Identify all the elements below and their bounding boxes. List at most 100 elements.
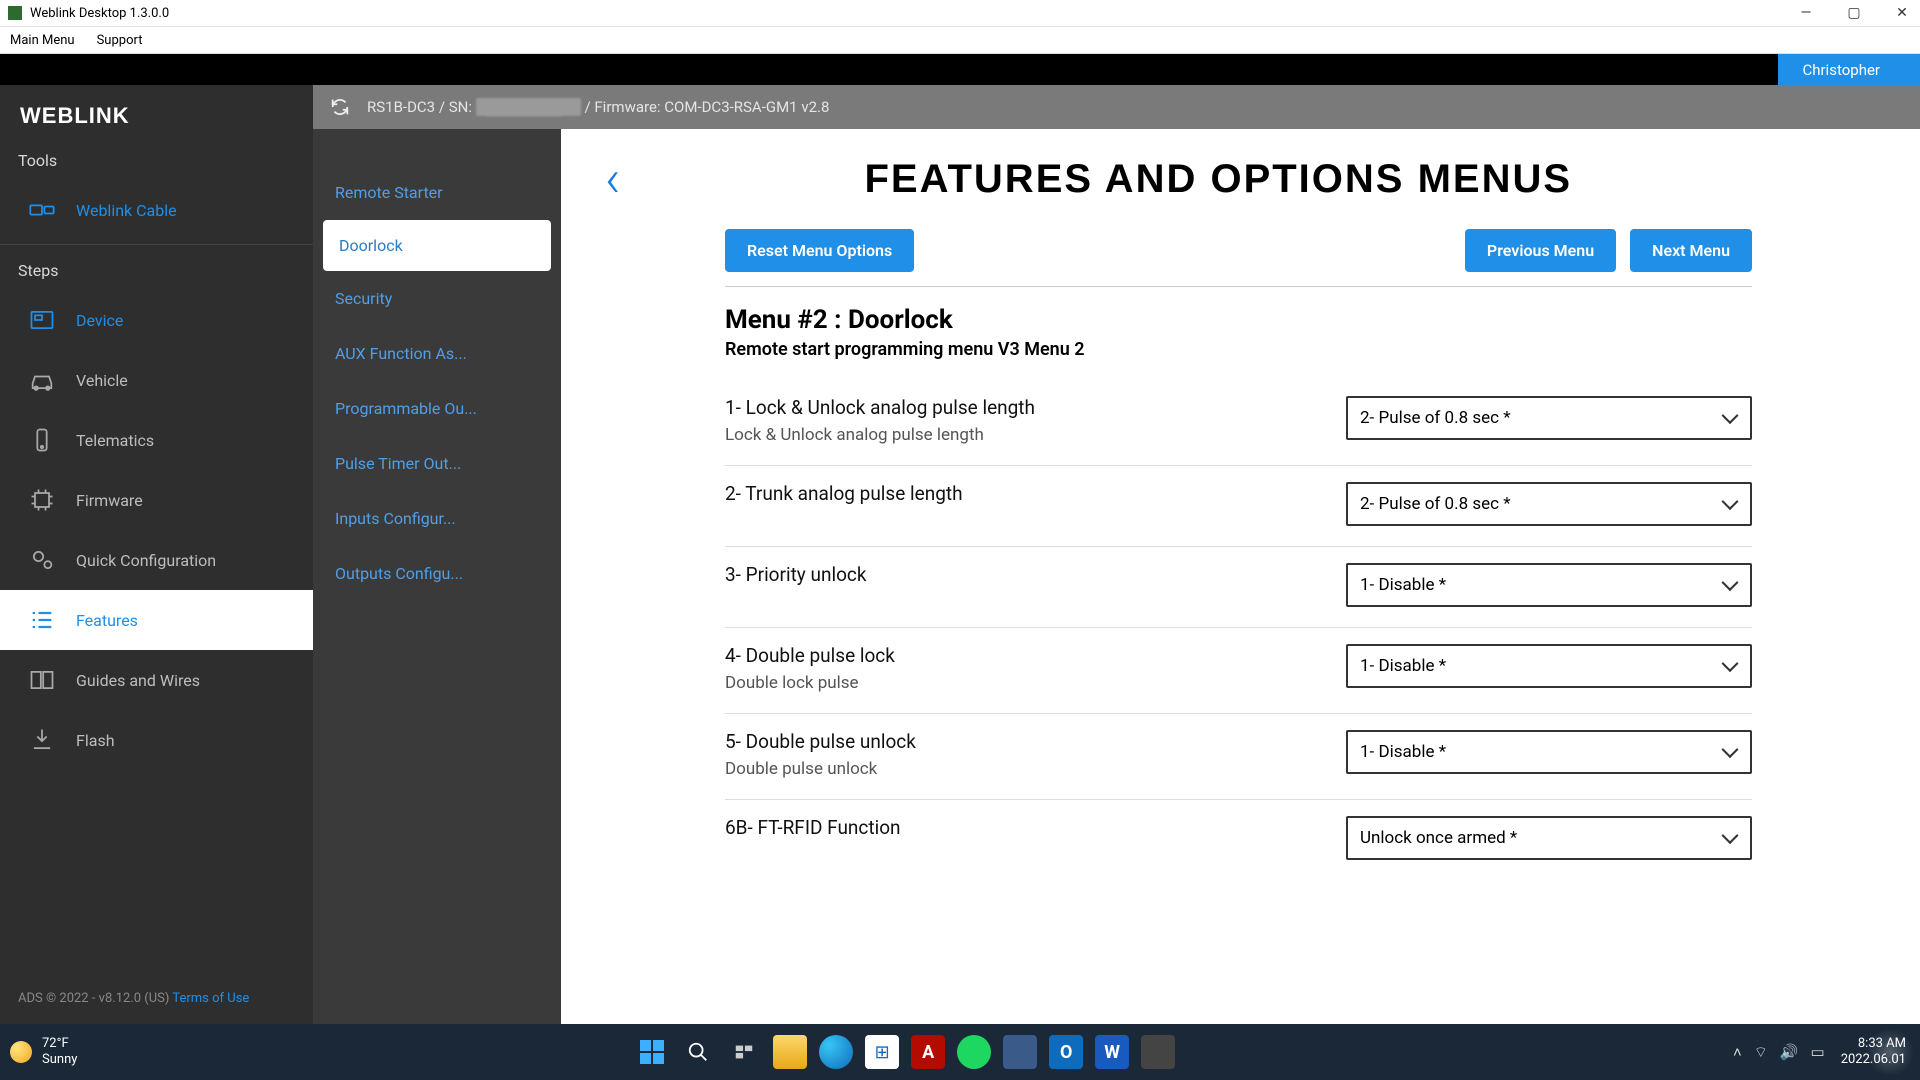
sn-value: 6███████C7 xyxy=(561,98,581,116)
setting-row: 4- Double pulse lock Double lock pulse 1… xyxy=(725,628,1752,714)
sidebar-item-firmware[interactable]: Firmware xyxy=(0,470,313,530)
taskbar-clock[interactable]: 8:33 AM 2022.06.01 xyxy=(1841,1036,1906,1067)
setting-row: 6B- FT-RFID Function Unlock once armed * xyxy=(725,800,1752,880)
sidebar-item-label: Device xyxy=(76,311,123,330)
vehicle-icon xyxy=(28,366,56,394)
sidebar-item-flash[interactable]: Flash xyxy=(0,710,313,770)
setting-desc: Double pulse unlock xyxy=(725,759,916,779)
maximize-button[interactable]: ▢ xyxy=(1844,5,1864,21)
left-sidebar: WEBLINK Tools Weblink Cable Steps Device… xyxy=(0,85,313,1024)
sidebar-item-device[interactable]: Device xyxy=(0,290,313,350)
settings-list: 1- Lock & Unlock analog pulse length Loc… xyxy=(725,396,1752,880)
list-icon xyxy=(28,606,56,634)
acrobat-icon[interactable]: A xyxy=(911,1035,945,1069)
setting-row: 5- Double pulse unlock Double pulse unlo… xyxy=(725,714,1752,800)
subnav-inputs-config[interactable]: Inputs Configur... xyxy=(313,491,561,546)
user-strip: Christopher xyxy=(0,54,1920,85)
section-tools-header: Tools xyxy=(0,139,313,180)
sidebar-item-telematics[interactable]: Telematics xyxy=(0,410,313,470)
app-icon-1[interactable] xyxy=(1003,1035,1037,1069)
sidebar-footer: ADS © 2022 - v8.12.0 (US) Terms of Use xyxy=(0,979,313,1024)
spotify-icon[interactable] xyxy=(957,1035,991,1069)
page-title: FEATURES AND OPTIONS MENUS xyxy=(621,157,1817,202)
main-content: RS1B-DC3 / SN: 6███████C7 / Firmware: CO… xyxy=(561,85,1920,1024)
sidebar-item-label: Firmware xyxy=(76,491,143,510)
setting-row: 1- Lock & Unlock analog pulse length Loc… xyxy=(725,396,1752,466)
setting-desc: Lock & Unlock analog pulse length xyxy=(725,425,1035,445)
menu-heading: Menu #2 : Doorlock xyxy=(725,305,1752,335)
firmware-label: Firmware: xyxy=(594,98,660,116)
book-icon xyxy=(28,666,56,694)
back-button[interactable]: ‹ xyxy=(605,153,621,205)
menu-bar: Main Menu Support xyxy=(0,27,1920,54)
subnav-outputs-config[interactable]: Outputs Configu... xyxy=(313,546,561,601)
terms-link[interactable]: Terms of Use xyxy=(172,991,249,1006)
setting-select-3[interactable]: 1- Disable * xyxy=(1346,563,1752,607)
setting-title: 2- Trunk analog pulse length xyxy=(725,482,963,505)
section-steps-header: Steps xyxy=(0,249,313,290)
windows-taskbar: 72°F Sunny ⊞ A O W ˄ ⌔ 🔊 ▭ 8:33 AM 2022.… xyxy=(0,1024,1920,1080)
outlook-icon[interactable]: O xyxy=(1049,1035,1083,1069)
sidebar-item-guides[interactable]: Guides and Wires xyxy=(0,650,313,710)
clock-date: 2022.06.01 xyxy=(1841,1052,1906,1068)
minimize-button[interactable]: — xyxy=(1796,5,1816,21)
weather-icon xyxy=(10,1041,32,1063)
sidebar-item-label: Telematics xyxy=(76,431,154,450)
window-title: Weblink Desktop 1.3.0.0 xyxy=(30,6,169,21)
battery-icon[interactable]: ▭ xyxy=(1811,1043,1825,1062)
setting-row: 2- Trunk analog pulse length 2- Pulse of… xyxy=(725,466,1752,547)
search-button[interactable] xyxy=(681,1035,715,1069)
subnav-aux[interactable]: AUX Function As... xyxy=(313,326,561,381)
task-view-button[interactable] xyxy=(727,1035,761,1069)
start-button[interactable] xyxy=(635,1035,669,1069)
sidebar-item-weblink-cable[interactable]: Weblink Cable xyxy=(0,180,313,240)
taskbar-weather[interactable]: 72°F Sunny xyxy=(10,1036,77,1067)
sidebar-item-vehicle[interactable]: Vehicle xyxy=(0,350,313,410)
app-icon-2[interactable] xyxy=(1141,1035,1175,1069)
store-icon[interactable]: ⊞ xyxy=(865,1035,899,1069)
setting-title: 6B- FT-RFID Function xyxy=(725,816,901,839)
setting-title: 5- Double pulse unlock xyxy=(725,730,916,753)
firmware-icon xyxy=(28,486,56,514)
setting-select-4[interactable]: 1- Disable * xyxy=(1346,644,1752,688)
setting-desc: Double lock pulse xyxy=(725,673,895,693)
setting-select-1[interactable]: 2- Pulse of 0.8 sec * xyxy=(1346,396,1752,440)
wifi-icon[interactable]: ⌔ xyxy=(1754,1043,1768,1062)
setting-select-5[interactable]: 1- Disable * xyxy=(1346,730,1752,774)
gears-icon xyxy=(28,546,56,574)
subnav-programmable-outputs[interactable]: Programmable Ou... xyxy=(313,381,561,436)
firmware-value: COM-DC3-RSA-GM1 v2.8 xyxy=(664,98,829,116)
window-titlebar: Weblink Desktop 1.3.0.0 — ▢ ✕ xyxy=(0,0,1920,27)
reset-menu-button[interactable]: Reset Menu Options xyxy=(725,229,914,272)
volume-icon[interactable]: 🔊 xyxy=(1780,1043,1799,1062)
next-menu-button[interactable]: Next Menu xyxy=(1630,229,1752,272)
setting-select-6b[interactable]: Unlock once armed * xyxy=(1346,816,1752,860)
sidebar-item-label: Features xyxy=(76,611,138,630)
subnav-doorlock[interactable]: Doorlock xyxy=(323,220,551,271)
word-icon[interactable]: W xyxy=(1095,1035,1129,1069)
previous-menu-button[interactable]: Previous Menu xyxy=(1465,229,1616,272)
user-name: Christopher xyxy=(1802,61,1880,79)
edge-icon[interactable] xyxy=(819,1035,853,1069)
subnav-remote-starter[interactable]: Remote Starter xyxy=(313,165,561,220)
close-button[interactable]: ✕ xyxy=(1892,5,1912,21)
setting-select-2[interactable]: 2- Pulse of 0.8 sec * xyxy=(1346,482,1752,526)
setting-title: 4- Double pulse lock xyxy=(725,644,895,667)
sidebar-item-label: Quick Configuration xyxy=(76,551,216,570)
user-pill[interactable]: Christopher xyxy=(1778,54,1920,85)
explorer-icon[interactable] xyxy=(773,1035,807,1069)
sidebar-item-features[interactable]: Features xyxy=(0,590,313,650)
subnav-pulse-timer[interactable]: Pulse Timer Out... xyxy=(313,436,561,491)
menu-support[interactable]: Support xyxy=(87,33,155,48)
sidebar-item-label: Vehicle xyxy=(76,371,128,390)
telematics-icon xyxy=(28,426,56,454)
cable-icon xyxy=(28,196,56,224)
menu-main[interactable]: Main Menu xyxy=(0,33,87,48)
menu-subheading: Remote start programming menu V3 Menu 2 xyxy=(725,339,1752,360)
clock-time: 8:33 AM xyxy=(1841,1036,1906,1052)
device-icon xyxy=(28,306,56,334)
tray-chevron-icon[interactable]: ˄ xyxy=(1733,1043,1742,1062)
sidebar-item-quick-config[interactable]: Quick Configuration xyxy=(0,530,313,590)
weather-temp: 72°F xyxy=(42,1036,77,1052)
subnav-security[interactable]: Security xyxy=(313,271,561,326)
